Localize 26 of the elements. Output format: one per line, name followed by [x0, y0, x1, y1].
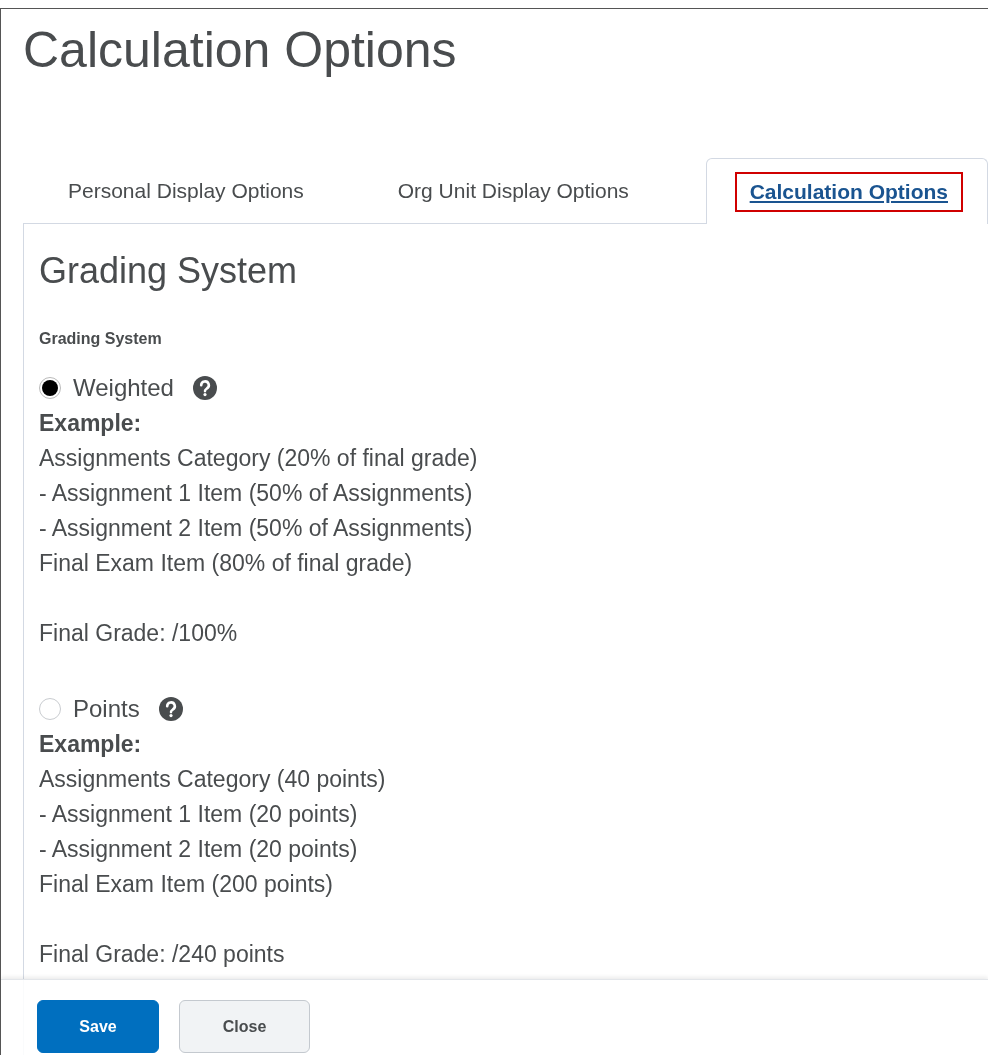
radio-label: Weighted	[73, 374, 174, 402]
radio-button[interactable]	[39, 377, 61, 399]
final-grade-text: Final Grade: /100%	[39, 619, 239, 648]
tab[interactable]: Calculation Options	[705, 158, 988, 224]
tab[interactable]: Org Unit Display Options	[306, 157, 632, 223]
example-label: Example:	[39, 409, 143, 438]
tab[interactable]: Personal Display Options	[23, 157, 307, 223]
example-line: - Assignment 1 Item (50% of Assignments)	[39, 479, 474, 508]
example-line: Assignments Category (40 points)	[39, 765, 387, 794]
radio-label: Points	[73, 695, 140, 723]
page-title: Calculation Options	[23, 21, 458, 80]
section-heading: Grading System	[39, 250, 299, 292]
example-line: - Assignment 2 Item (20 points)	[39, 835, 359, 864]
close-button[interactable]: Close	[179, 1000, 310, 1053]
radio-button[interactable]	[39, 698, 61, 720]
field-label: Grading System	[39, 330, 163, 348]
example-line: - Assignment 2 Item (50% of Assignments)	[39, 514, 474, 543]
example-line: - Assignment 1 Item (20 points)	[39, 800, 359, 829]
example-label: Example:	[39, 730, 143, 759]
example-line: Final Exam Item (80% of final grade)	[39, 549, 414, 578]
help-icon[interactable]	[191, 375, 218, 401]
save-button[interactable]: Save	[37, 1000, 159, 1053]
example-line: Final Exam Item (200 points)	[39, 870, 334, 899]
final-grade-text: Final Grade: /240 points	[39, 940, 286, 969]
help-icon[interactable]	[157, 696, 184, 722]
example-line: Assignments Category (20% of final grade)	[39, 444, 479, 473]
